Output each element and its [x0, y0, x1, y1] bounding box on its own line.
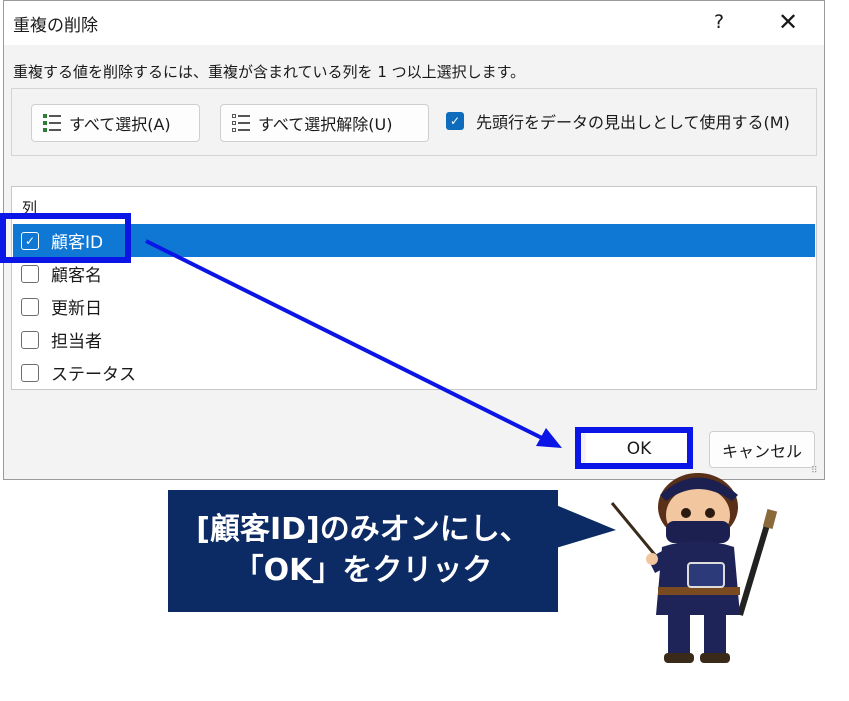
ninja-mascot-icon [610, 473, 778, 663]
screenshot-stage: 重複の削除 ? ✕ 重複する値を削除するには、重複が含まれている列を 1 つ以上… [0, 0, 849, 701]
